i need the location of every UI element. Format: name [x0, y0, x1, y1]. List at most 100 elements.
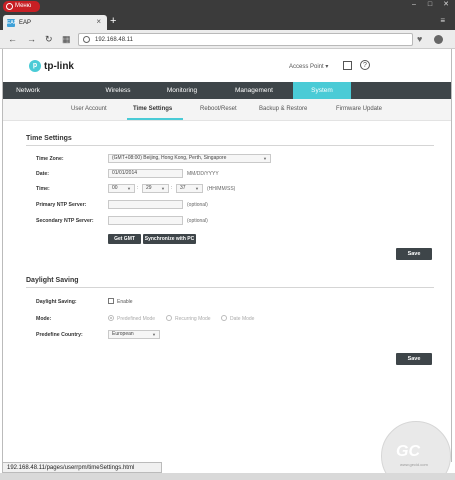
subnav-time-settings[interactable]: Time Settings	[133, 106, 172, 112]
time-zone-select[interactable]: (GMT+08:00) Beijing, Hong Kong, Perth, S…	[108, 154, 271, 163]
predefine-country-label: Predefine Country:	[36, 332, 83, 338]
secondary-ntp-label: Secondary NTP Server:	[36, 218, 94, 224]
time-hours-select[interactable]: 00 ▼	[108, 184, 135, 193]
maximize-icon[interactable]: □	[423, 0, 437, 10]
subnav-user-account[interactable]: User Account	[71, 106, 107, 112]
section-divider	[26, 145, 434, 146]
download-icon[interactable]	[434, 35, 443, 44]
watermark-sub: www.gecid.com	[400, 462, 428, 467]
time-separator: :	[171, 185, 173, 191]
mode-dropdown[interactable]: Access Point ▾	[289, 63, 328, 70]
bookmark-heart-icon[interactable]: ♥	[417, 34, 422, 44]
chevron-down-icon: ▼	[127, 186, 131, 191]
eap-favicon-icon: EAP	[7, 18, 18, 27]
subnav-reboot-reset[interactable]: Reboot/Reset	[200, 106, 237, 112]
time-zone-label: Time Zone:	[36, 156, 64, 162]
time-seconds-value: 37	[180, 185, 186, 191]
minimize-icon[interactable]: –	[407, 0, 421, 10]
get-gmt-button[interactable]: Get GMT	[108, 234, 141, 244]
watermark-text: GC	[396, 443, 420, 460]
time-minutes-value: 29	[146, 185, 152, 191]
section-divider	[26, 287, 434, 288]
date-label: Date:	[36, 171, 49, 177]
nav-management[interactable]: Management	[223, 82, 285, 99]
time-settings-title: Time Settings	[26, 135, 72, 142]
secondary-ntp-hint: (optional)	[187, 218, 208, 224]
reload-icon[interactable]: ↻	[45, 34, 53, 44]
primary-ntp-hint: (optional)	[187, 202, 208, 208]
new-tab-plus-icon[interactable]: +	[110, 15, 116, 27]
browser-address-bar: ← → ↻ ▦ 192.168.48.11 ♥	[0, 30, 455, 49]
synchronize-with-pc-button[interactable]: Synchronize with PC	[143, 234, 196, 244]
browser-titlebar: Меню – □ ✕	[0, 0, 455, 13]
opera-logo-icon	[6, 3, 13, 10]
logout-icon[interactable]	[343, 61, 352, 70]
tplink-logo-icon: p	[29, 60, 41, 72]
page-content: p tp-link Access Point ▾ ? Network Wirel…	[2, 49, 452, 480]
time-format-hint: (HH/MM/SS)	[207, 186, 236, 192]
back-arrow-icon[interactable]: ←	[8, 34, 17, 44]
opera-menu-button[interactable]: Меню	[3, 1, 40, 12]
chevron-down-icon: ▼	[161, 186, 165, 191]
time-zone-value: (GMT+08:00) Beijing, Hong Kong, Perth, S…	[112, 155, 227, 161]
predefined-mode-label: Predefined Mode	[117, 316, 156, 322]
date-mode-label: Date Mode	[230, 316, 255, 322]
opera-menu-label: Меню	[15, 3, 32, 9]
url-input[interactable]: 192.168.48.11	[78, 33, 413, 46]
recurring-mode-label: Recurring Mode	[175, 316, 211, 322]
time-seconds-select[interactable]: 37 ▼	[176, 184, 203, 193]
time-minutes-select[interactable]: 29 ▼	[142, 184, 169, 193]
subnav-backup-restore[interactable]: Backup & Restore	[259, 106, 307, 112]
time-hours-value: 00	[112, 185, 118, 191]
secondary-ntp-input[interactable]	[108, 216, 183, 225]
mode-label: Access Point	[289, 64, 324, 70]
date-input[interactable]: 01/01/2014	[108, 169, 183, 178]
help-icon[interactable]: ?	[360, 60, 370, 70]
window-controls: – □ ✕	[407, 0, 453, 10]
date-format-hint: MM/DD/YYYY	[187, 171, 219, 177]
save-time-settings-button[interactable]: Save	[396, 248, 432, 260]
daylight-saving-label: Daylight Saving:	[36, 299, 77, 305]
nav-monitoring[interactable]: Monitoring	[153, 82, 211, 99]
subnav-firmware-update[interactable]: Firmware Update	[336, 106, 382, 112]
browser-tab-eap[interactable]: EAP EAP ×	[3, 15, 107, 30]
daylight-saving-title: Daylight Saving	[26, 277, 79, 284]
predefine-country-value: European	[112, 331, 134, 337]
primary-ntp-label: Primary NTP Server:	[36, 202, 87, 208]
nav-wireless[interactable]: Wireless	[89, 82, 147, 99]
speed-dial-grid-icon[interactable]: ▦	[62, 34, 71, 44]
chevron-down-icon: ▼	[152, 332, 156, 337]
app-header: p tp-link Access Point ▾ ?	[3, 49, 451, 82]
chevron-down-icon: ▾	[325, 64, 329, 70]
browser-status-url: 192.168.48.11/pages/userrpm/timeSettings…	[2, 462, 162, 473]
primary-ntp-input[interactable]	[108, 200, 183, 209]
main-nav: Network Wireless Monitoring Management S…	[3, 82, 451, 99]
bottom-strip	[0, 473, 455, 480]
date-mode-radio[interactable]	[221, 315, 227, 321]
active-tab-underline	[127, 118, 183, 120]
save-daylight-saving-button[interactable]: Save	[396, 353, 432, 365]
predefine-country-select[interactable]: European ▼	[108, 330, 160, 339]
globe-icon	[83, 36, 90, 43]
tab-menu-icon[interactable]: ≡	[440, 16, 445, 25]
browser-tabbar: EAP EAP × + ≡	[0, 13, 455, 30]
enable-label: Enable	[117, 299, 133, 305]
tab-title: EAP	[19, 19, 32, 26]
daylight-saving-enable-checkbox[interactable]	[108, 298, 114, 304]
tplink-logo: p tp-link	[29, 60, 74, 72]
logo-text: tp-link	[44, 60, 74, 72]
mode-label: Mode:	[36, 316, 52, 322]
url-text: 192.168.48.11	[95, 36, 133, 43]
nav-system[interactable]: System	[293, 82, 351, 99]
predefined-mode-radio[interactable]	[108, 315, 114, 321]
close-window-icon[interactable]: ✕	[439, 0, 453, 10]
recurring-mode-radio[interactable]	[166, 315, 172, 321]
time-separator: :	[137, 185, 139, 191]
time-label: Time:	[36, 186, 50, 192]
chevron-down-icon: ▼	[263, 156, 267, 161]
forward-arrow-icon[interactable]: →	[27, 34, 36, 44]
nav-network[interactable]: Network	[3, 82, 53, 99]
gecid-watermark-logo: GC www.gecid.com	[381, 421, 451, 480]
tab-close-icon[interactable]: ×	[96, 17, 101, 26]
chevron-down-icon: ▼	[195, 186, 199, 191]
